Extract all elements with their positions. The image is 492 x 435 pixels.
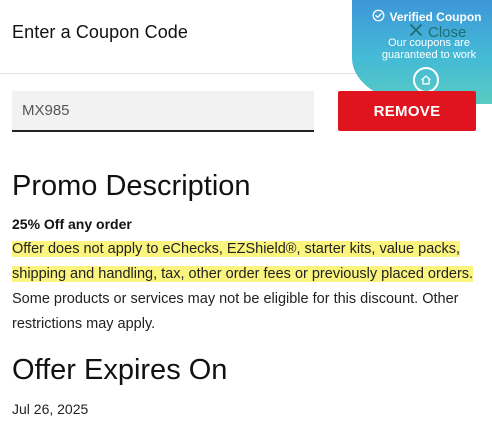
check-circle-icon	[372, 9, 385, 25]
coupon-page: Enter a Coupon Code Verified Coupon Our …	[0, 0, 492, 435]
close-label: Close	[428, 23, 467, 41]
promo-restrictions-highlighted: Offer does not apply to eChecks, EZShiel…	[12, 241, 474, 282]
promo-description-heading: Promo Description	[12, 170, 251, 202]
offer-expires-heading: Offer Expires On	[12, 354, 228, 386]
remove-coupon-button[interactable]: REMOVE	[338, 91, 476, 131]
offer-expiry-date: Jul 26, 2025	[12, 401, 89, 417]
promo-amount: 25% Off any order	[12, 216, 132, 232]
coupon-code-input[interactable]	[12, 91, 314, 132]
page-title: Enter a Coupon Code	[12, 22, 189, 42]
close-button[interactable]: Close	[408, 22, 466, 42]
promo-description-body: Offer does not apply to eChecks, EZShiel…	[12, 237, 482, 337]
promo-restrictions-text: Some products or services may not be eli…	[12, 291, 459, 332]
close-icon	[408, 22, 424, 42]
guarantee-seal-icon	[413, 67, 439, 93]
verified-coupon-badge: Verified Coupon Our coupons are guarante…	[352, 0, 492, 104]
